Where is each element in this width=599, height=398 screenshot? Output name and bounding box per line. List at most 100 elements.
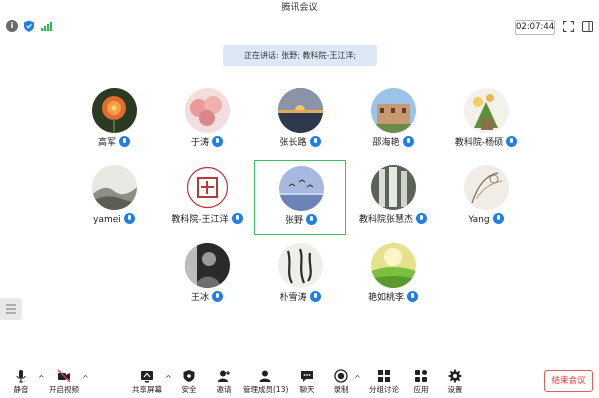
participant-tile[interactable]: 艳如桃李 (347, 238, 439, 313)
info-icon[interactable]: i (6, 20, 18, 32)
mic-icon (309, 136, 321, 147)
avatar (279, 166, 324, 211)
participant-tile[interactable]: 教科院-王江洋 (161, 160, 253, 235)
signal-icon[interactable] (40, 20, 52, 32)
apps-label: 应用 (413, 385, 429, 394)
security-button[interactable]: 安全 (178, 366, 200, 398)
mic-icon (309, 291, 321, 302)
apps-button[interactable]: 应用 (410, 366, 432, 398)
participant-tile[interactable]: 教科院-杨硕 (440, 83, 532, 158)
participant-tile[interactable]: 于涛 (161, 83, 253, 158)
security-shield-icon (183, 370, 195, 382)
record-icon (334, 369, 348, 383)
participant-name-row: yamei (68, 213, 160, 227)
invite-button[interactable]: 邀请 (213, 366, 235, 398)
end-meeting-button[interactable]: 结束会议 (544, 370, 593, 392)
participant-name: 高军 (97, 138, 116, 148)
apps-icon (415, 370, 427, 382)
avatar (185, 243, 230, 288)
participant-name: 教科院-杨硕 (454, 138, 504, 148)
participant-name-row: 朴雪涛 (254, 291, 346, 305)
mic-icon (492, 213, 504, 224)
mic-icon (416, 213, 427, 224)
record-button[interactable]: 录制 (330, 366, 352, 398)
video-label: 开启视频 (49, 385, 79, 394)
avatar (278, 88, 323, 133)
participant-name: 张野 (284, 216, 303, 226)
avatar (371, 88, 416, 133)
settings-button[interactable]: 设置 (444, 366, 466, 398)
avatar (371, 243, 416, 288)
record-label: 录制 (333, 385, 349, 394)
participant-name-row: 教科院张慧杰 (347, 213, 439, 227)
avatar (278, 243, 323, 288)
avatar (185, 165, 230, 210)
breakout-button[interactable]: 分组讨论 (368, 366, 400, 398)
participant-name: 张长路 (279, 138, 307, 148)
mic-icon (402, 136, 414, 147)
video-options-caret[interactable]: ^ (82, 374, 89, 383)
participant-name-row: 高军 (68, 136, 160, 150)
participant-tile[interactable]: 张长路 (254, 83, 346, 158)
mic-icon (212, 291, 223, 302)
sidebar-toggle[interactable] (0, 298, 22, 320)
settings-label: 设置 (447, 385, 463, 394)
mute-options-caret[interactable]: ^ (38, 374, 45, 383)
fullscreen-icon[interactable] (563, 21, 574, 32)
mic-icon (119, 136, 130, 147)
participant-tile[interactable]: 王冰 (161, 238, 253, 313)
participant-name: Yang (468, 215, 490, 225)
participant-name: 王冰 (190, 293, 209, 303)
mic-icon (212, 136, 223, 147)
share-screen-icon (141, 371, 153, 383)
participant-name-row: 邵海艳 (347, 136, 439, 150)
share-screen-button[interactable]: 共享屏幕 (132, 366, 162, 398)
participant-name: 艳如桃李 (367, 293, 404, 303)
side-panel-icon[interactable] (582, 21, 593, 32)
participant-tile[interactable]: 教科院张慧杰 (347, 160, 439, 235)
participant-tile-active[interactable]: 张野 (254, 160, 346, 235)
mute-button[interactable]: 静音 (6, 366, 36, 398)
mic-icon (306, 214, 317, 225)
participant-tile[interactable]: Yang (440, 160, 532, 235)
participant-name: 教科院-王江洋 (171, 215, 229, 225)
avatar (185, 88, 230, 133)
mic-icon (407, 291, 418, 302)
shield-icon[interactable] (23, 20, 35, 32)
participant-tile[interactable]: yamei (68, 160, 160, 235)
mic-icon (123, 213, 135, 224)
members-icon (259, 370, 271, 382)
gear-icon (448, 369, 462, 383)
record-options-caret[interactable]: ^ (354, 374, 361, 383)
breakout-icon (378, 370, 390, 382)
microphone-icon (16, 370, 26, 383)
participant-name-row: 张野 (255, 214, 347, 228)
participant-name-row: 张长路 (254, 136, 346, 150)
participant-name-row: Yang (440, 213, 532, 227)
participant-name: yamei (93, 215, 121, 225)
participant-name: 邵海艳 (372, 138, 400, 148)
participant-tile[interactable]: 邵海艳 (347, 83, 439, 158)
manage-members-label: 管理成员(13) (243, 385, 289, 394)
avatar (371, 165, 416, 210)
participant-name: 教科院张慧杰 (358, 215, 413, 225)
mute-label: 静音 (13, 385, 29, 394)
chat-button[interactable]: 聊天 (296, 366, 318, 398)
participant-tile[interactable]: 高军 (68, 83, 160, 158)
avatar (92, 165, 137, 210)
participant-name-row: 教科院-王江洋 (161, 213, 253, 227)
manage-members-button[interactable]: 管理成员(13) (243, 366, 289, 398)
breakout-label: 分组讨论 (369, 385, 399, 394)
share-options-caret[interactable]: ^ (165, 374, 172, 383)
participant-tile[interactable]: 朴雪涛 (254, 238, 346, 313)
invite-icon (218, 370, 230, 382)
participant-name-row: 王冰 (161, 291, 253, 305)
mic-icon (231, 213, 243, 224)
bottom-toolbar: 静音 ^ 开启视频 ^ 共享屏幕 ^ 安全 邀请 管理成员(13) 聊天 录制 … (0, 366, 599, 398)
participant-name-row: 于涛 (161, 136, 253, 150)
mic-icon (506, 136, 518, 147)
chat-icon (301, 371, 313, 382)
share-screen-label: 共享屏幕 (132, 385, 162, 394)
invite-label: 邀请 (216, 385, 232, 394)
video-button[interactable]: 开启视频 (48, 366, 80, 398)
